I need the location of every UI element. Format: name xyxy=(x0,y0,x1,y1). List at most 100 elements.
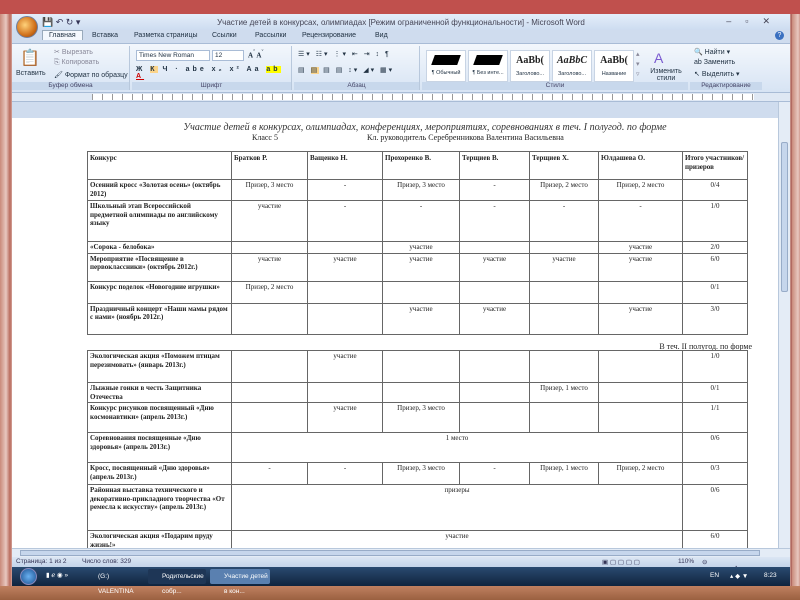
tab-references[interactable]: Ссылки xyxy=(212,32,237,39)
minimize-button[interactable]: – xyxy=(726,16,745,26)
result-cell xyxy=(459,382,530,403)
tab-mailings[interactable]: Рассылки xyxy=(255,32,286,39)
zoom-level[interactable]: 110% xyxy=(678,558,694,565)
tab-page-layout[interactable]: Разметка страницы xyxy=(134,32,198,39)
style-heading2[interactable]: AaBbC Заголово... xyxy=(552,50,592,82)
italic-button[interactable]: К xyxy=(150,66,158,73)
result-cell xyxy=(231,302,308,335)
result-cell: Призер, 2 место xyxy=(529,179,599,201)
table-row: Конкурс рисунков посвященный «Дню космон… xyxy=(87,402,748,433)
paragraph-label: Абзац xyxy=(294,82,419,90)
taskbar-item-drive[interactable]: (G:) VALENTINA xyxy=(84,569,144,595)
align-buttons[interactable]: ▤ ▤ ▤ ▤ ↕▾ ◢▾ ▦▾ xyxy=(298,66,394,74)
table-first-half: Конкурс Братков Р. Ващенко Н. Прохоренко В.… xyxy=(87,151,748,335)
result-cell: - xyxy=(382,200,460,242)
copy-button[interactable]: ⎘ Копировать xyxy=(54,59,99,67)
font-color-icon[interactable]: A xyxy=(136,73,144,80)
table-row: Мероприятие «Посвящение в первоклассники… xyxy=(87,252,748,282)
select-button[interactable]: ↖ Выделить ▾ xyxy=(694,70,740,78)
style-title[interactable]: AaBb(Название xyxy=(594,50,634,82)
language-indicator[interactable]: EN xyxy=(710,572,719,579)
result-cell xyxy=(231,382,308,403)
result-cell xyxy=(459,280,530,304)
tab-view[interactable]: Вид xyxy=(375,32,388,39)
grow-font-icon[interactable]: Aˆ Aˇ xyxy=(248,50,263,59)
cut-button[interactable]: ✂ Вырезать xyxy=(54,48,93,56)
result-cell xyxy=(529,350,599,383)
style-no-spacing[interactable]: ¶ Без инте... xyxy=(468,50,508,82)
result-cell xyxy=(382,280,460,304)
column-header: Итого участников/ призеров xyxy=(682,151,748,180)
contest-cell: Соревнования посвященные «Дню здоровья» … xyxy=(87,432,232,463)
taskbar-item-word[interactable]: Участие детей в кон... xyxy=(210,569,270,595)
table-row: Экологическая акция «Подарим пруду жизнь… xyxy=(87,530,748,548)
class-label: Класс 5 xyxy=(252,133,278,142)
close-button[interactable]: ✕ xyxy=(762,16,784,26)
contest-cell: Школьный этап Всероссийской предметной о… xyxy=(87,200,232,242)
contest-cell: Осенний кросс «Золотая осень» (октябрь 2… xyxy=(87,179,232,201)
result-cell xyxy=(307,280,383,304)
styles-scroll[interactable]: ▴ ▾ ▿ xyxy=(636,50,640,80)
tab-review[interactable]: Рецензирование xyxy=(302,32,356,39)
paste-button[interactable]: Вставить xyxy=(16,70,46,77)
ribbon: 📋 Вставить ✂ Вырезать ⎘ Копировать 🖌 Фор… xyxy=(12,43,790,93)
view-buttons[interactable]: ▣ ▢ ▢ ▢ ▢ xyxy=(602,558,640,566)
styles-label: Стили xyxy=(422,82,688,90)
font-name-select[interactable]: Times New Roman xyxy=(136,50,210,61)
highlight-icon[interactable]: ab xyxy=(266,66,281,73)
window-title: Участие детей в конкурсах, олимпиадах [Р… xyxy=(217,18,585,27)
format-painter-button[interactable]: 🖌 Формат по образцу xyxy=(54,71,128,79)
title-bar: 💾 ↶ ↻ ▾ Участие детей в конкурсах, олимп… xyxy=(12,14,790,38)
paragraph-group: ☰▾ ☷▾ ⋮▾ ⇤ ⇥ ↕ ¶ ▤ ▤ ▤ ▤ ↕▾ ◢▾ ▦▾ Абзац xyxy=(294,46,420,90)
column-header: Прохоренко В. xyxy=(382,151,460,180)
total-cell: 6/0 xyxy=(682,530,748,548)
vertical-scrollbar[interactable] xyxy=(778,102,790,548)
table-row: Экологическая акция «Поможем птицам пере… xyxy=(87,350,748,383)
total-cell: 0/6 xyxy=(682,432,748,463)
result-cell: участие xyxy=(307,350,383,383)
page-count[interactable]: Страница: 1 из 2 xyxy=(16,558,67,565)
style-heading1[interactable]: AaBb(Заголово... xyxy=(510,50,550,82)
column-header: Терщиев Х. xyxy=(529,151,599,180)
horizontal-scrollbar[interactable] xyxy=(12,548,790,557)
find-button[interactable]: 🔍 Найти ▾ xyxy=(694,48,730,56)
tray-icons[interactable]: ▴ ◆ ▼ xyxy=(730,572,748,580)
font-size-select[interactable]: 12 xyxy=(212,50,244,61)
clipboard-group: 📋 Вставить ✂ Вырезать ⎘ Копировать 🖌 Фор… xyxy=(12,46,130,90)
quick-launch-icons[interactable]: ▮ ℯ ◉ » xyxy=(46,571,68,579)
result-cell: участие xyxy=(598,241,683,254)
result-cell: Призер, 1 место xyxy=(529,382,599,403)
start-button[interactable] xyxy=(20,568,37,585)
tab-home[interactable]: Главная xyxy=(42,30,83,40)
status-bar: Страница: 1 из 2 Число слов: 329 ▣ ▢ ▢ ▢… xyxy=(12,557,790,567)
total-cell: 1/1 xyxy=(682,402,748,433)
total-cell: 0/3 xyxy=(682,462,748,485)
zoom-slider[interactable]: ⊖ ───────┃──────── ⊕ xyxy=(702,558,782,567)
list-buttons[interactable]: ☰▾ ☷▾ ⋮▾ ⇤ ⇥ ↕ ¶ xyxy=(298,50,391,58)
office-button[interactable] xyxy=(16,16,38,38)
help-icon[interactable]: ? xyxy=(775,31,784,40)
result-cell: Призер, 3 место xyxy=(382,402,460,433)
editing-label: Редактирование xyxy=(690,82,762,90)
contest-cell: Конкурс поделок «Новогодние игрушки» xyxy=(87,280,232,304)
background-top xyxy=(0,0,800,14)
format-buttons[interactable]: Ж К Ч · abe x₂ x² Aa ab A xyxy=(136,66,291,80)
word-window: 💾 ↶ ↻ ▾ Участие детей в конкурсах, олимп… xyxy=(12,14,790,567)
result-cell xyxy=(529,302,599,335)
taskbar-item-folder[interactable]: Родительские собр... xyxy=(148,569,206,595)
horizontal-ruler[interactable] xyxy=(12,93,790,102)
clipboard-label: Буфер обмена xyxy=(12,82,129,90)
total-cell: 1/0 xyxy=(682,200,748,242)
result-cell xyxy=(529,280,599,304)
tab-insert[interactable]: Вставка xyxy=(92,32,118,39)
document-page[interactable]: Участие детей в конкурсах, олимпиадах, к… xyxy=(12,118,778,548)
maximize-button[interactable]: ▫ xyxy=(745,16,762,26)
result-cell: - xyxy=(307,462,383,485)
change-styles-button[interactable]: Изменить стили xyxy=(648,68,684,82)
word-count[interactable]: Число слов: 329 xyxy=(82,558,131,565)
table-second-half: Экологическая акция «Поможем птицам пере… xyxy=(87,350,748,548)
replace-button[interactable]: ab Заменить xyxy=(694,59,735,66)
result-cell: участие xyxy=(307,402,383,433)
contest-cell: «Сорока - белобока» xyxy=(87,241,232,254)
style-normal[interactable]: ¶ Обычный xyxy=(426,50,466,82)
